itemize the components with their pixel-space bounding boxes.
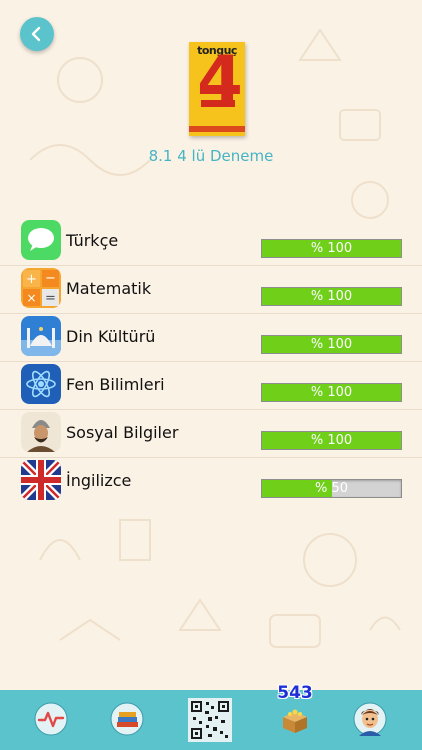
treasure-box-icon[interactable]	[278, 702, 312, 736]
progress-text: % 100	[310, 385, 353, 400]
atom-icon	[21, 364, 61, 404]
progress-bar: % 100	[261, 431, 402, 450]
book-band	[201, 100, 235, 107]
list-item-sosyal-bilgiler[interactable]: Sosyal Bilgiler % 100	[0, 410, 422, 458]
calculator-icon: + − × =	[21, 268, 61, 308]
progress-bar: % 100	[261, 239, 402, 258]
progress-bar: % 100	[261, 383, 402, 402]
list-item-turkce[interactable]: Türkçe % 100	[0, 218, 422, 266]
bottom-tab-bar	[0, 690, 422, 750]
progress-bar: % 100	[261, 335, 402, 354]
progress-text: % 100	[310, 241, 353, 256]
book-cover: tonguç 4	[189, 42, 245, 136]
progress-text: % 100	[310, 433, 353, 448]
svg-text:=: =	[45, 291, 56, 306]
page-title: 8.1 4 lü Deneme	[148, 147, 274, 165]
book-footer-band	[189, 126, 245, 132]
progress-text: % 100	[310, 337, 353, 352]
svg-text:×: ×	[26, 291, 36, 305]
progress-bar: % 100	[261, 287, 402, 306]
heartbeat-icon[interactable]	[34, 702, 68, 736]
mosque-icon	[21, 316, 61, 356]
subject-label: Matematik	[66, 279, 152, 298]
coin-count: 543	[277, 683, 313, 703]
progress-bar: % 50	[261, 479, 402, 498]
speech-bubble-icon	[21, 220, 61, 260]
list-item-ingilizce[interactable]: İngilizce % 50	[0, 458, 422, 506]
svg-text:+: +	[26, 272, 37, 287]
progress-text: % 100	[310, 289, 353, 304]
uk-flag-icon	[21, 460, 61, 500]
list-item-din-kulturu[interactable]: Din Kültürü % 100	[0, 314, 422, 362]
avatar-icon[interactable]	[353, 702, 387, 736]
subject-label: Din Kültürü	[66, 327, 156, 346]
list-item-matematik[interactable]: + − × = Matematik % 100	[0, 266, 422, 314]
chevron-left-icon	[31, 26, 41, 42]
list-item-fen-bilimleri[interactable]: Fen Bilimleri % 100	[0, 362, 422, 410]
svg-text:−: −	[45, 271, 56, 286]
subject-label: Fen Bilimleri	[66, 375, 165, 394]
qr-code-icon[interactable]	[188, 698, 232, 742]
subject-label: İngilizce	[66, 471, 132, 490]
subject-label: Türkçe	[66, 231, 119, 250]
books-icon[interactable]	[110, 702, 144, 736]
back-button[interactable]	[20, 17, 54, 51]
historical-figure-icon	[21, 412, 61, 452]
subject-label: Sosyal Bilgiler	[66, 423, 179, 442]
progress-text: % 50	[314, 481, 349, 496]
